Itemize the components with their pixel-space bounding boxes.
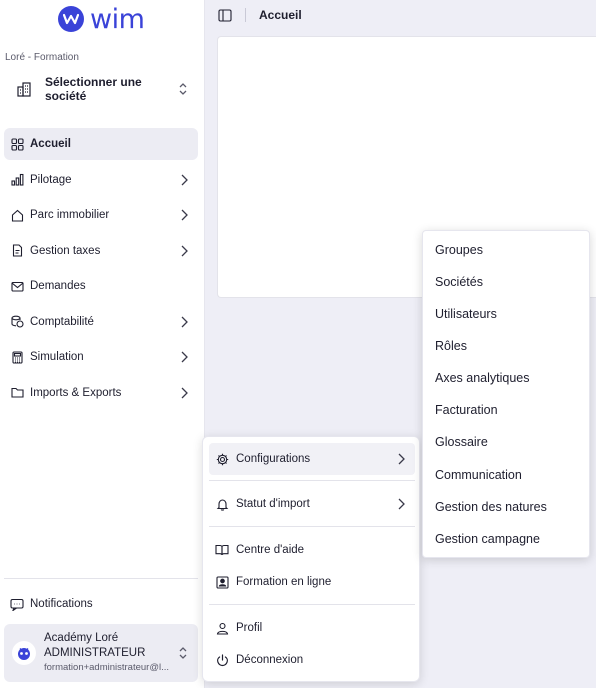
sidebar-item-parc-immobilier[interactable]: Parc immobilier — [4, 199, 198, 231]
calculator-icon — [10, 350, 24, 364]
sidebar-item-demandes[interactable]: Demandes — [4, 270, 198, 302]
user-popup-menu: Configurations Statut d'import Centre d'… — [202, 436, 420, 682]
sidebar-nav: Accueil Pilotage Parc immobilier Gestion… — [4, 128, 198, 412]
chevron-up-down-icon — [173, 81, 193, 97]
submenu-item-gestion-natures[interactable]: Gestion des natures — [435, 494, 585, 520]
sidebar-item-accueil[interactable]: Accueil — [4, 128, 198, 160]
notifications-button[interactable]: Notifications — [4, 590, 198, 618]
menu-item-label: Centre d'aide — [236, 544, 305, 556]
menu-item-centre-aide[interactable]: Centre d'aide — [209, 534, 415, 566]
menu-item-formation-en-ligne[interactable]: Formation en ligne — [209, 566, 415, 598]
menu-item-label: Profil — [236, 622, 263, 634]
power-icon — [215, 653, 229, 667]
menu-item-configurations[interactable]: Configurations — [209, 443, 415, 475]
message-icon — [10, 598, 24, 611]
sidebar-item-label: Imports & Exports — [30, 386, 122, 399]
sidebar-item-label: Accueil — [30, 138, 71, 150]
gear-icon — [215, 453, 229, 466]
menu-item-deconnexion[interactable]: Déconnexion — [209, 644, 415, 676]
user-name: Académy Loré — [44, 632, 119, 644]
menu-item-profil[interactable]: Profil — [209, 612, 415, 644]
mail-icon — [10, 279, 24, 293]
chevron-right-icon — [176, 245, 192, 257]
menu-separator — [209, 526, 415, 527]
sidebar-item-label: Simulation — [30, 351, 84, 363]
sidebar-item-label: Comptabilité — [30, 315, 94, 328]
sidebar-divider — [4, 578, 198, 579]
chevron-right-icon — [176, 351, 192, 363]
menu-item-statut-import[interactable]: Statut d'import — [209, 488, 415, 520]
submenu-item-gestion-campagne[interactable]: Gestion campagne — [435, 526, 585, 552]
avatar — [12, 641, 36, 665]
submenu-item-facturation[interactable]: Facturation — [435, 397, 585, 423]
document-icon — [10, 244, 24, 258]
wim-logo-icon — [58, 6, 84, 32]
bell-icon — [215, 498, 229, 511]
house-icon — [10, 208, 24, 222]
book-icon — [215, 544, 229, 556]
chevron-up-down-icon — [174, 645, 192, 661]
sidebar-item-pilotage[interactable]: Pilotage — [4, 164, 198, 196]
sidebar-item-label: Demandes — [30, 280, 86, 292]
page-title: Accueil — [259, 8, 302, 22]
tenant-label: Loré - Formation — [5, 52, 79, 63]
chevron-right-icon — [176, 174, 192, 186]
notifications-label: Notifications — [30, 598, 93, 610]
sidebar: wim Loré - Formation Sélectionner une so… — [0, 0, 205, 688]
menu-separator — [209, 604, 415, 605]
configurations-submenu: Groupes Sociétés Utilisateurs Rôles Axes… — [422, 230, 590, 558]
sidebar-item-label: Gestion taxes — [30, 244, 101, 257]
user-menu-button[interactable]: Académy Loré ADMINISTRATEUR formation+ad… — [4, 624, 198, 682]
submenu-item-communication[interactable]: Communication — [435, 462, 585, 488]
sidebar-item-label: Pilotage — [30, 173, 72, 186]
chevron-right-icon — [176, 387, 192, 399]
company-selector[interactable]: Sélectionner une société — [5, 72, 197, 106]
sidebar-item-label: Parc immobilier — [30, 209, 110, 221]
chevron-right-icon — [176, 316, 192, 328]
user-role: ADMINISTRATEUR — [44, 647, 146, 659]
chevron-right-icon — [176, 209, 192, 221]
sidebar-item-comptabilite[interactable]: Comptabilité — [4, 306, 198, 338]
sidebar-toggle-icon[interactable] — [217, 8, 233, 22]
submenu-item-roles[interactable]: Rôles — [435, 333, 585, 359]
video-user-icon — [215, 575, 229, 589]
user-email: formation+administrateur@l... — [44, 662, 170, 673]
submenu-item-glossaire[interactable]: Glossaire — [435, 429, 585, 455]
sidebar-item-imports-exports[interactable]: Imports & Exports — [4, 377, 198, 409]
topbar-separator — [245, 8, 246, 22]
wim-logo-text: wim — [90, 3, 145, 35]
coins-icon — [10, 315, 24, 329]
submenu-item-axes-analytiques[interactable]: Axes analytiques — [435, 365, 585, 391]
wim-logo[interactable]: wim — [58, 2, 145, 36]
chevron-right-icon — [393, 498, 409, 510]
menu-item-label: Déconnexion — [236, 654, 304, 666]
submenu-item-utilisateurs[interactable]: Utilisateurs — [435, 301, 585, 327]
folder-icon — [10, 386, 24, 400]
bar-chart-icon — [10, 173, 24, 187]
topbar: Accueil — [205, 0, 596, 30]
building-icon — [15, 81, 33, 97]
menu-separator — [209, 480, 415, 481]
menu-item-label: Statut d'import — [236, 498, 310, 510]
menu-item-label: Configurations — [236, 453, 311, 465]
submenu-item-societes[interactable]: Sociétés — [435, 269, 585, 295]
company-selector-label: Sélectionner une société — [45, 75, 142, 103]
sidebar-item-simulation[interactable]: Simulation — [4, 341, 198, 373]
submenu-item-groupes[interactable]: Groupes — [435, 237, 585, 263]
menu-item-label: Formation en ligne — [236, 576, 332, 588]
user-icon — [215, 622, 229, 635]
chevron-right-icon — [393, 453, 409, 465]
grid-icon — [10, 137, 24, 151]
sidebar-item-gestion-taxes[interactable]: Gestion taxes — [4, 235, 198, 267]
